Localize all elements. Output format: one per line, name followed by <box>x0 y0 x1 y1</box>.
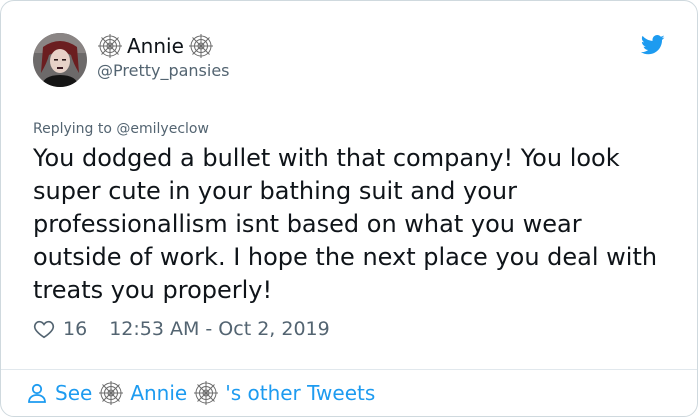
reply-mention-link[interactable]: @emilyeclow <box>116 121 209 137</box>
footer-other-tweets-label[interactable]: 's other Tweets <box>225 381 375 405</box>
tweet-text-line: treats you properly! <box>33 276 273 304</box>
footer-author-name[interactable]: Annie <box>130 381 187 405</box>
footer-see-label[interactable]: See <box>55 381 92 405</box>
heart-icon[interactable] <box>33 318 55 340</box>
tweet-meta: 16 12:53 AM - Oct 2, 2019 <box>33 318 330 340</box>
person-icon <box>25 381 49 405</box>
like-count: 16 <box>63 318 88 340</box>
spiderweb-icon <box>188 33 214 59</box>
author-handle[interactable]: @Pretty_pansies <box>97 61 230 80</box>
tweet-text-line: super cute in your bathing suit and your <box>33 177 517 205</box>
replying-to: Replying to @emilyeclow <box>33 121 209 137</box>
author-name-row[interactable]: Annie <box>97 33 214 59</box>
tweet-text-line: outside of work. I hope the next place y… <box>33 243 658 271</box>
tweet-timestamp[interactable]: 12:53 AM - Oct 2, 2019 <box>109 318 330 340</box>
author-display-name[interactable]: Annie <box>127 34 184 58</box>
divider <box>1 369 697 370</box>
tweet-card: Annie @Pretty_pansies Replying to @emily… <box>0 0 698 417</box>
tweet-text-line: You dodged a bullet with that company! Y… <box>33 144 620 172</box>
spiderweb-icon <box>98 380 124 406</box>
spiderweb-icon <box>97 33 123 59</box>
tweet-text-line: professionallism isnt based on what you … <box>33 210 582 238</box>
twitter-bird-icon[interactable] <box>640 35 665 55</box>
tweet-text: You dodged a bullet with that company! Y… <box>33 142 673 307</box>
avatar[interactable] <box>33 33 87 87</box>
spiderweb-icon <box>193 380 219 406</box>
see-other-tweets-link[interactable]: See Annie 's other Tweets <box>25 380 375 406</box>
replying-prefix: Replying to <box>33 121 112 137</box>
